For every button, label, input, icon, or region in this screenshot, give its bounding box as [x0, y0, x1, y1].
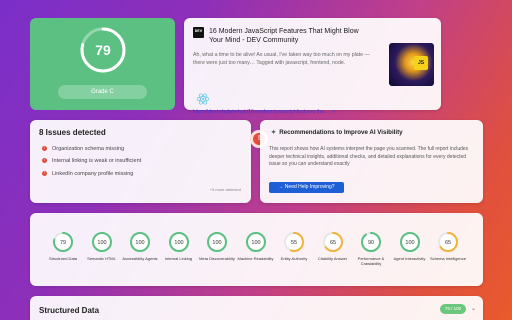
metric-item: 100 Accessibility Agents [120, 231, 160, 261]
metric-label: Machine Readability [237, 256, 274, 261]
metric-label: Semantic HTML [87, 256, 116, 261]
error-icon: ! [42, 171, 47, 177]
grade-score: 79 [95, 42, 111, 58]
issue-label: LinkedIn company profile missing [52, 171, 134, 177]
metric-score: 65 [445, 240, 451, 246]
issue-label: Internal linking is weak or insufficient [52, 158, 142, 164]
react-icon [196, 93, 210, 105]
metric-score: 100 [174, 240, 183, 246]
metric-item: 100 Semantic HTML [82, 231, 122, 261]
metric-item: 100 Agent Interactivity [390, 231, 430, 261]
metric-ring: 90 [361, 232, 381, 252]
metric-ring: 100 [399, 232, 420, 252]
metric-ring: 100 [130, 232, 150, 252]
recommendations-title: ✦ Recommendations to Improve AI Visibilit… [271, 129, 403, 136]
metric-label: Schema Intelligence [429, 256, 467, 261]
metric-label: Accessibility Agents [122, 256, 158, 261]
metric-label: Meta Discoverability [199, 256, 235, 261]
metric-label: Internal Linking [164, 256, 193, 261]
grade-card: 79 Grade C [30, 18, 175, 110]
article-url-link[interactable]: https://dev.to/sylwia-lask/16-modern-jav… [193, 109, 336, 115]
issues-card: 8 Issues detected ! ! Organization schema… [30, 120, 265, 203]
structured-data-score-badge: 79 / 100 [440, 304, 466, 314]
js-badge: JS [414, 56, 428, 70]
metric-ring: 55 [284, 232, 304, 252]
metric-ring: 100 [207, 232, 227, 252]
metric-item: 55 Entity Authority [274, 231, 314, 261]
metric-score: 55 [291, 240, 297, 246]
recommendations-body: This report shows how AI systems interpr… [269, 146, 469, 168]
article-description: Ah, what a time to be alive! As usual, I… [193, 52, 370, 66]
structured-data-title: Structured Data [39, 306, 100, 315]
metric-item: 65 Schema Intelligence [428, 231, 468, 261]
metric-label: Structured Data [48, 256, 77, 261]
need-help-button[interactable]: → Need Help Improving? [269, 182, 344, 193]
metric-label: Entity Authority [280, 256, 308, 261]
external-link-icon[interactable]: ↗ [332, 109, 336, 115]
metric-score: 100 [97, 240, 106, 246]
recommendations-card: ✦ Recommendations to Improve AI Visibilit… [260, 120, 483, 203]
issue-item: ! Organization schema missing [42, 146, 124, 152]
grade-label: Grade C [58, 85, 147, 99]
chevron-down-icon[interactable]: ⌄ [471, 305, 479, 312]
sparkle-icon: ✦ [271, 129, 277, 136]
metric-score: 65 [329, 240, 335, 246]
article-preview-card[interactable]: DEV 16 Modern JavaScript Features That M… [184, 18, 441, 115]
issues-title: 8 Issues detected [39, 128, 106, 137]
metric-score: 100 [212, 240, 221, 246]
metrics-card: 79 Structured Data 100 Semantic HTML 100 Acce… [30, 213, 483, 286]
issue-label: Organization schema missing [52, 146, 125, 152]
structured-data-card[interactable]: Structured Data 79 / 100 ⌄ [30, 296, 483, 320]
metric-score: 90 [368, 240, 374, 246]
metric-score: 100 [251, 240, 260, 246]
metric-item: 100 Machine Readability [236, 231, 276, 261]
metric-item: 90 Performance & Crawlability [351, 231, 391, 266]
metric-item: 65 Citability Answer [313, 231, 353, 261]
metric-score: 100 [405, 240, 414, 246]
error-icon: ! [42, 158, 47, 164]
metric-label: Citability Answer [317, 256, 348, 261]
metric-ring: 65 [322, 232, 343, 252]
article-url[interactable]: https://dev.to/sylwia-lask/16-modern-jav… [193, 109, 329, 115]
metric-ring: 100 [91, 232, 112, 252]
metric-ring: 100 [168, 232, 189, 252]
metric-ring: 65 [438, 232, 458, 252]
issue-item: ! Internal linking is weak or insufficien… [42, 158, 141, 164]
metric-label: Performance & Crawlability [357, 256, 385, 266]
issue-item: ! LinkedIn company profile missing [42, 171, 133, 177]
metric-ring: 100 [245, 232, 266, 252]
metric-score: 79 [60, 240, 66, 246]
article-thumbnail: JS [389, 43, 434, 86]
metric-item: 79 Structured Data [43, 231, 83, 261]
recommendations-heading: Recommendations to Improve AI Visibility [279, 129, 403, 136]
metric-item: 100 Meta Discoverability [197, 231, 237, 261]
metric-label: Agent Interactivity [393, 256, 426, 261]
dev-logo: DEV [193, 27, 204, 38]
issues-more-count: +5 more detected [209, 187, 241, 192]
metric-item: 100 Internal Linking [159, 231, 199, 261]
metric-score: 100 [135, 240, 144, 246]
article-title[interactable]: 16 Modern JavaScript Features That Might… [209, 27, 359, 45]
error-icon: ! [42, 146, 47, 152]
metric-ring: 79 [53, 232, 73, 252]
